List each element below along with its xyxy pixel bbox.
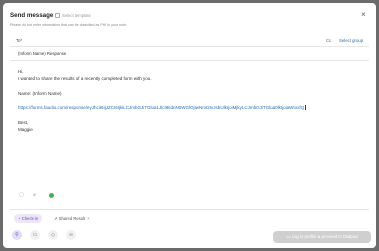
divider [10, 60, 369, 61]
to-field-label[interactable]: To* [16, 38, 22, 43]
send-message-modal: Send message Select template × Please do… [3, 3, 376, 248]
message-signoff: Best, [18, 120, 29, 125]
attachment-icon[interactable]: ⌀ [33, 192, 36, 198]
shared-result-label: Shared Result [58, 216, 86, 221]
link-icon[interactable]: ∞ [66, 230, 76, 240]
divider [10, 46, 369, 47]
message-greeting: Hi, [18, 69, 24, 74]
inbox-icon[interactable]: ▭ [30, 230, 40, 240]
response-link[interactable]: https://forms.faudio.com/response/eyJhci… [18, 105, 304, 110]
image-icon[interactable]: ▢ [19, 192, 24, 198]
emoji-icon[interactable] [49, 193, 54, 198]
checkin-chip-label: Check-in [21, 216, 39, 221]
divider [10, 209, 369, 210]
message-link-line: https://forms.faudio.com/response/eyJhci… [18, 105, 306, 110]
pin-icon[interactable]: ⚲ [12, 230, 22, 240]
send-button[interactable]: ▭ Log in profile & proceed to Dialpad [273, 231, 371, 243]
remove-chip-icon[interactable]: × [87, 216, 89, 221]
subject-field[interactable]: (Inform Name) Response [18, 51, 66, 56]
cc-button[interactable]: Cc [326, 38, 331, 43]
phi-note: Please do not enter information that can… [10, 23, 128, 27]
checkin-chip[interactable]: ◔ Check-in [14, 214, 43, 223]
tag-icon[interactable]: ◇ [48, 230, 58, 240]
shared-result-chip[interactable]: ⇗ Shared Result × [50, 214, 94, 223]
message-line: I wanted to share the results of a recen… [18, 76, 152, 81]
text-cursor [304, 105, 306, 110]
message-signature: Maggie [18, 127, 33, 132]
modal-title: Send message [10, 12, 54, 19]
select-template[interactable]: Select template [62, 13, 91, 18]
message-name-line: Name: (Inform Name) [18, 91, 62, 96]
select-group-button[interactable]: Select group [339, 38, 363, 43]
template-icon [55, 13, 60, 18]
send-button-label: Log in profile & proceed to Dialpad [291, 234, 358, 239]
close-icon[interactable]: × [361, 11, 366, 19]
